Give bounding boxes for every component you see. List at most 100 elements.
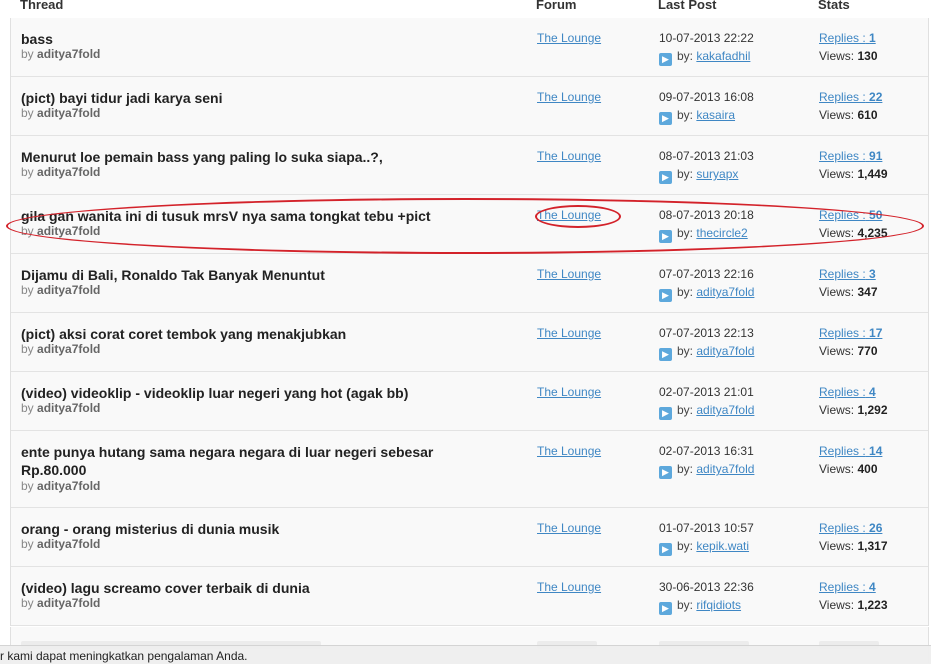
last-post-user-link[interactable]: aditya7fold — [696, 344, 754, 358]
arrow-right-icon[interactable]: ▶ — [659, 407, 672, 420]
last-post-by: ▶ by: thecircle2 — [659, 226, 748, 243]
thread-author: by aditya7fold — [21, 165, 101, 179]
thread-author-name[interactable]: aditya7fold — [37, 401, 100, 415]
forum-link[interactable]: The Lounge — [537, 444, 601, 458]
thread-title-link[interactable]: orang - orang misterius di dunia musik — [21, 520, 471, 538]
cookie-notice-text: r kami dapat meningkatkan pengalaman And… — [0, 649, 248, 663]
thread-title-link[interactable]: bass — [21, 30, 471, 48]
replies-link[interactable]: Replies : 1 — [819, 31, 876, 45]
thread-author-name[interactable]: aditya7fold — [37, 283, 100, 297]
replies-link[interactable]: Replies : 91 — [819, 149, 882, 163]
views-count: Views: 4,235 — [819, 226, 888, 240]
last-post-by: ▶ by: kasaira — [659, 108, 735, 125]
views-count: Views: 400 — [819, 462, 878, 476]
column-header-forum: Forum — [536, 0, 577, 12]
thread-author-name[interactable]: aditya7fold — [37, 596, 100, 610]
arrow-right-icon[interactable]: ▶ — [659, 112, 672, 125]
thread-title-link[interactable]: (pict) bayi tidur jadi karya seni — [21, 89, 471, 107]
arrow-right-icon[interactable]: ▶ — [659, 230, 672, 243]
thread-author: by aditya7fold — [21, 401, 101, 415]
table-row: ente punya hutang sama negara negara di … — [11, 431, 928, 508]
column-header-thread: Thread — [20, 0, 64, 12]
last-post-date: 08-07-2013 21:03 — [659, 149, 754, 163]
last-post-date: 07-07-2013 22:13 — [659, 326, 754, 340]
last-post-user-link[interactable]: aditya7fold — [696, 403, 754, 417]
thread-author: by aditya7fold — [21, 106, 101, 120]
table-row: (video) videoklip - videoklip luar neger… — [11, 372, 928, 431]
arrow-right-icon[interactable]: ▶ — [659, 466, 672, 479]
table-row: bass by aditya7fold The Lounge 10-07-201… — [11, 18, 928, 77]
last-post-by: ▶ by: aditya7fold — [659, 403, 754, 420]
column-header-stats: Stats — [818, 0, 850, 12]
last-post-user-link[interactable]: suryapx — [696, 167, 738, 181]
column-header-last-post: Last Post — [658, 0, 717, 12]
last-post-by: ▶ by: rifqidiots — [659, 598, 741, 615]
forum-link[interactable]: The Lounge — [537, 149, 601, 163]
thread-author: by aditya7fold — [21, 479, 101, 493]
arrow-right-icon[interactable]: ▶ — [659, 53, 672, 66]
forum-link[interactable]: The Lounge — [537, 267, 601, 281]
last-post-date: 02-07-2013 16:31 — [659, 444, 754, 458]
last-post-by: ▶ by: aditya7fold — [659, 462, 754, 479]
last-post-user-link[interactable]: aditya7fold — [696, 285, 754, 299]
views-count: Views: 1,449 — [819, 167, 888, 181]
replies-link[interactable]: Replies : 17 — [819, 326, 882, 340]
replies-link[interactable]: Replies : 26 — [819, 521, 882, 535]
thread-author-name[interactable]: aditya7fold — [37, 342, 100, 356]
replies-link[interactable]: Replies : 50 — [819, 208, 882, 222]
thread-title-link[interactable]: (pict) aksi corat coret tembok yang mena… — [21, 325, 471, 343]
table-row: Dijamu di Bali, Ronaldo Tak Banyak Menun… — [11, 254, 928, 313]
thread-title-link[interactable]: (video) videoklip - videoklip luar neger… — [21, 384, 471, 402]
thread-title-link[interactable]: Dijamu di Bali, Ronaldo Tak Banyak Menun… — [21, 266, 471, 284]
replies-link[interactable]: Replies : 14 — [819, 444, 882, 458]
thread-title-link[interactable]: ente punya hutang sama negara negara di … — [21, 443, 471, 479]
thread-author-name[interactable]: aditya7fold — [37, 106, 100, 120]
last-post-by: ▶ by: kakafadhil — [659, 49, 750, 66]
table-row: (pict) bayi tidur jadi karya seni by adi… — [11, 77, 928, 136]
views-count: Views: 770 — [819, 344, 878, 358]
last-post-date: 07-07-2013 22:16 — [659, 267, 754, 281]
thread-author-name[interactable]: aditya7fold — [37, 165, 100, 179]
table-row: gila gan wanita ini di tusuk mrsV nya sa… — [11, 195, 928, 254]
table-row: Menurut loe pemain bass yang paling lo s… — [11, 136, 928, 195]
table-row: orang - orang misterius di dunia musik b… — [11, 508, 928, 567]
arrow-right-icon[interactable]: ▶ — [659, 289, 672, 302]
last-post-date: 01-07-2013 10:57 — [659, 521, 754, 535]
thread-author-name[interactable]: aditya7fold — [37, 537, 100, 551]
thread-author: by aditya7fold — [21, 283, 101, 297]
table-row: (video) lagu screamo cover terbaik di du… — [11, 567, 928, 626]
arrow-right-icon[interactable]: ▶ — [659, 543, 672, 556]
thread-author-name[interactable]: aditya7fold — [37, 47, 100, 61]
forum-link[interactable]: The Lounge — [537, 90, 601, 104]
last-post-user-link[interactable]: thecircle2 — [696, 226, 747, 240]
last-post-user-link[interactable]: aditya7fold — [696, 462, 754, 476]
last-post-user-link[interactable]: kakafadhil — [696, 49, 750, 63]
last-post-user-link[interactable]: kepik.wati — [696, 539, 749, 553]
replies-link[interactable]: Replies : 3 — [819, 267, 876, 281]
last-post-date: 10-07-2013 22:22 — [659, 31, 754, 45]
thread-author-name[interactable]: aditya7fold — [37, 479, 100, 493]
forum-link[interactable]: The Lounge — [537, 385, 601, 399]
thread-list: bass by aditya7fold The Lounge 10-07-201… — [10, 18, 929, 626]
last-post-date: 30-06-2013 22:36 — [659, 580, 754, 594]
thread-title-link[interactable]: Menurut loe pemain bass yang paling lo s… — [21, 148, 471, 166]
forum-link[interactable]: The Lounge — [537, 326, 601, 340]
arrow-right-icon[interactable]: ▶ — [659, 171, 672, 184]
last-post-by: ▶ by: suryapx — [659, 167, 738, 184]
arrow-right-icon[interactable]: ▶ — [659, 602, 672, 615]
last-post-user-link[interactable]: rifqidiots — [696, 598, 741, 612]
views-count: Views: 1,292 — [819, 403, 888, 417]
forum-link[interactable]: The Lounge — [537, 580, 601, 594]
last-post-user-link[interactable]: kasaira — [696, 108, 735, 122]
replies-link[interactable]: Replies : 4 — [819, 385, 876, 399]
thread-title-link[interactable]: (video) lagu screamo cover terbaik di du… — [21, 579, 471, 597]
thread-author: by aditya7fold — [21, 47, 101, 61]
replies-link[interactable]: Replies : 22 — [819, 90, 882, 104]
thread-author-name[interactable]: aditya7fold — [37, 224, 100, 238]
forum-link[interactable]: The Lounge — [537, 208, 601, 222]
replies-link[interactable]: Replies : 4 — [819, 580, 876, 594]
thread-title-link[interactable]: gila gan wanita ini di tusuk mrsV nya sa… — [21, 207, 471, 225]
forum-link[interactable]: The Lounge — [537, 521, 601, 535]
forum-link[interactable]: The Lounge — [537, 31, 601, 45]
arrow-right-icon[interactable]: ▶ — [659, 348, 672, 361]
